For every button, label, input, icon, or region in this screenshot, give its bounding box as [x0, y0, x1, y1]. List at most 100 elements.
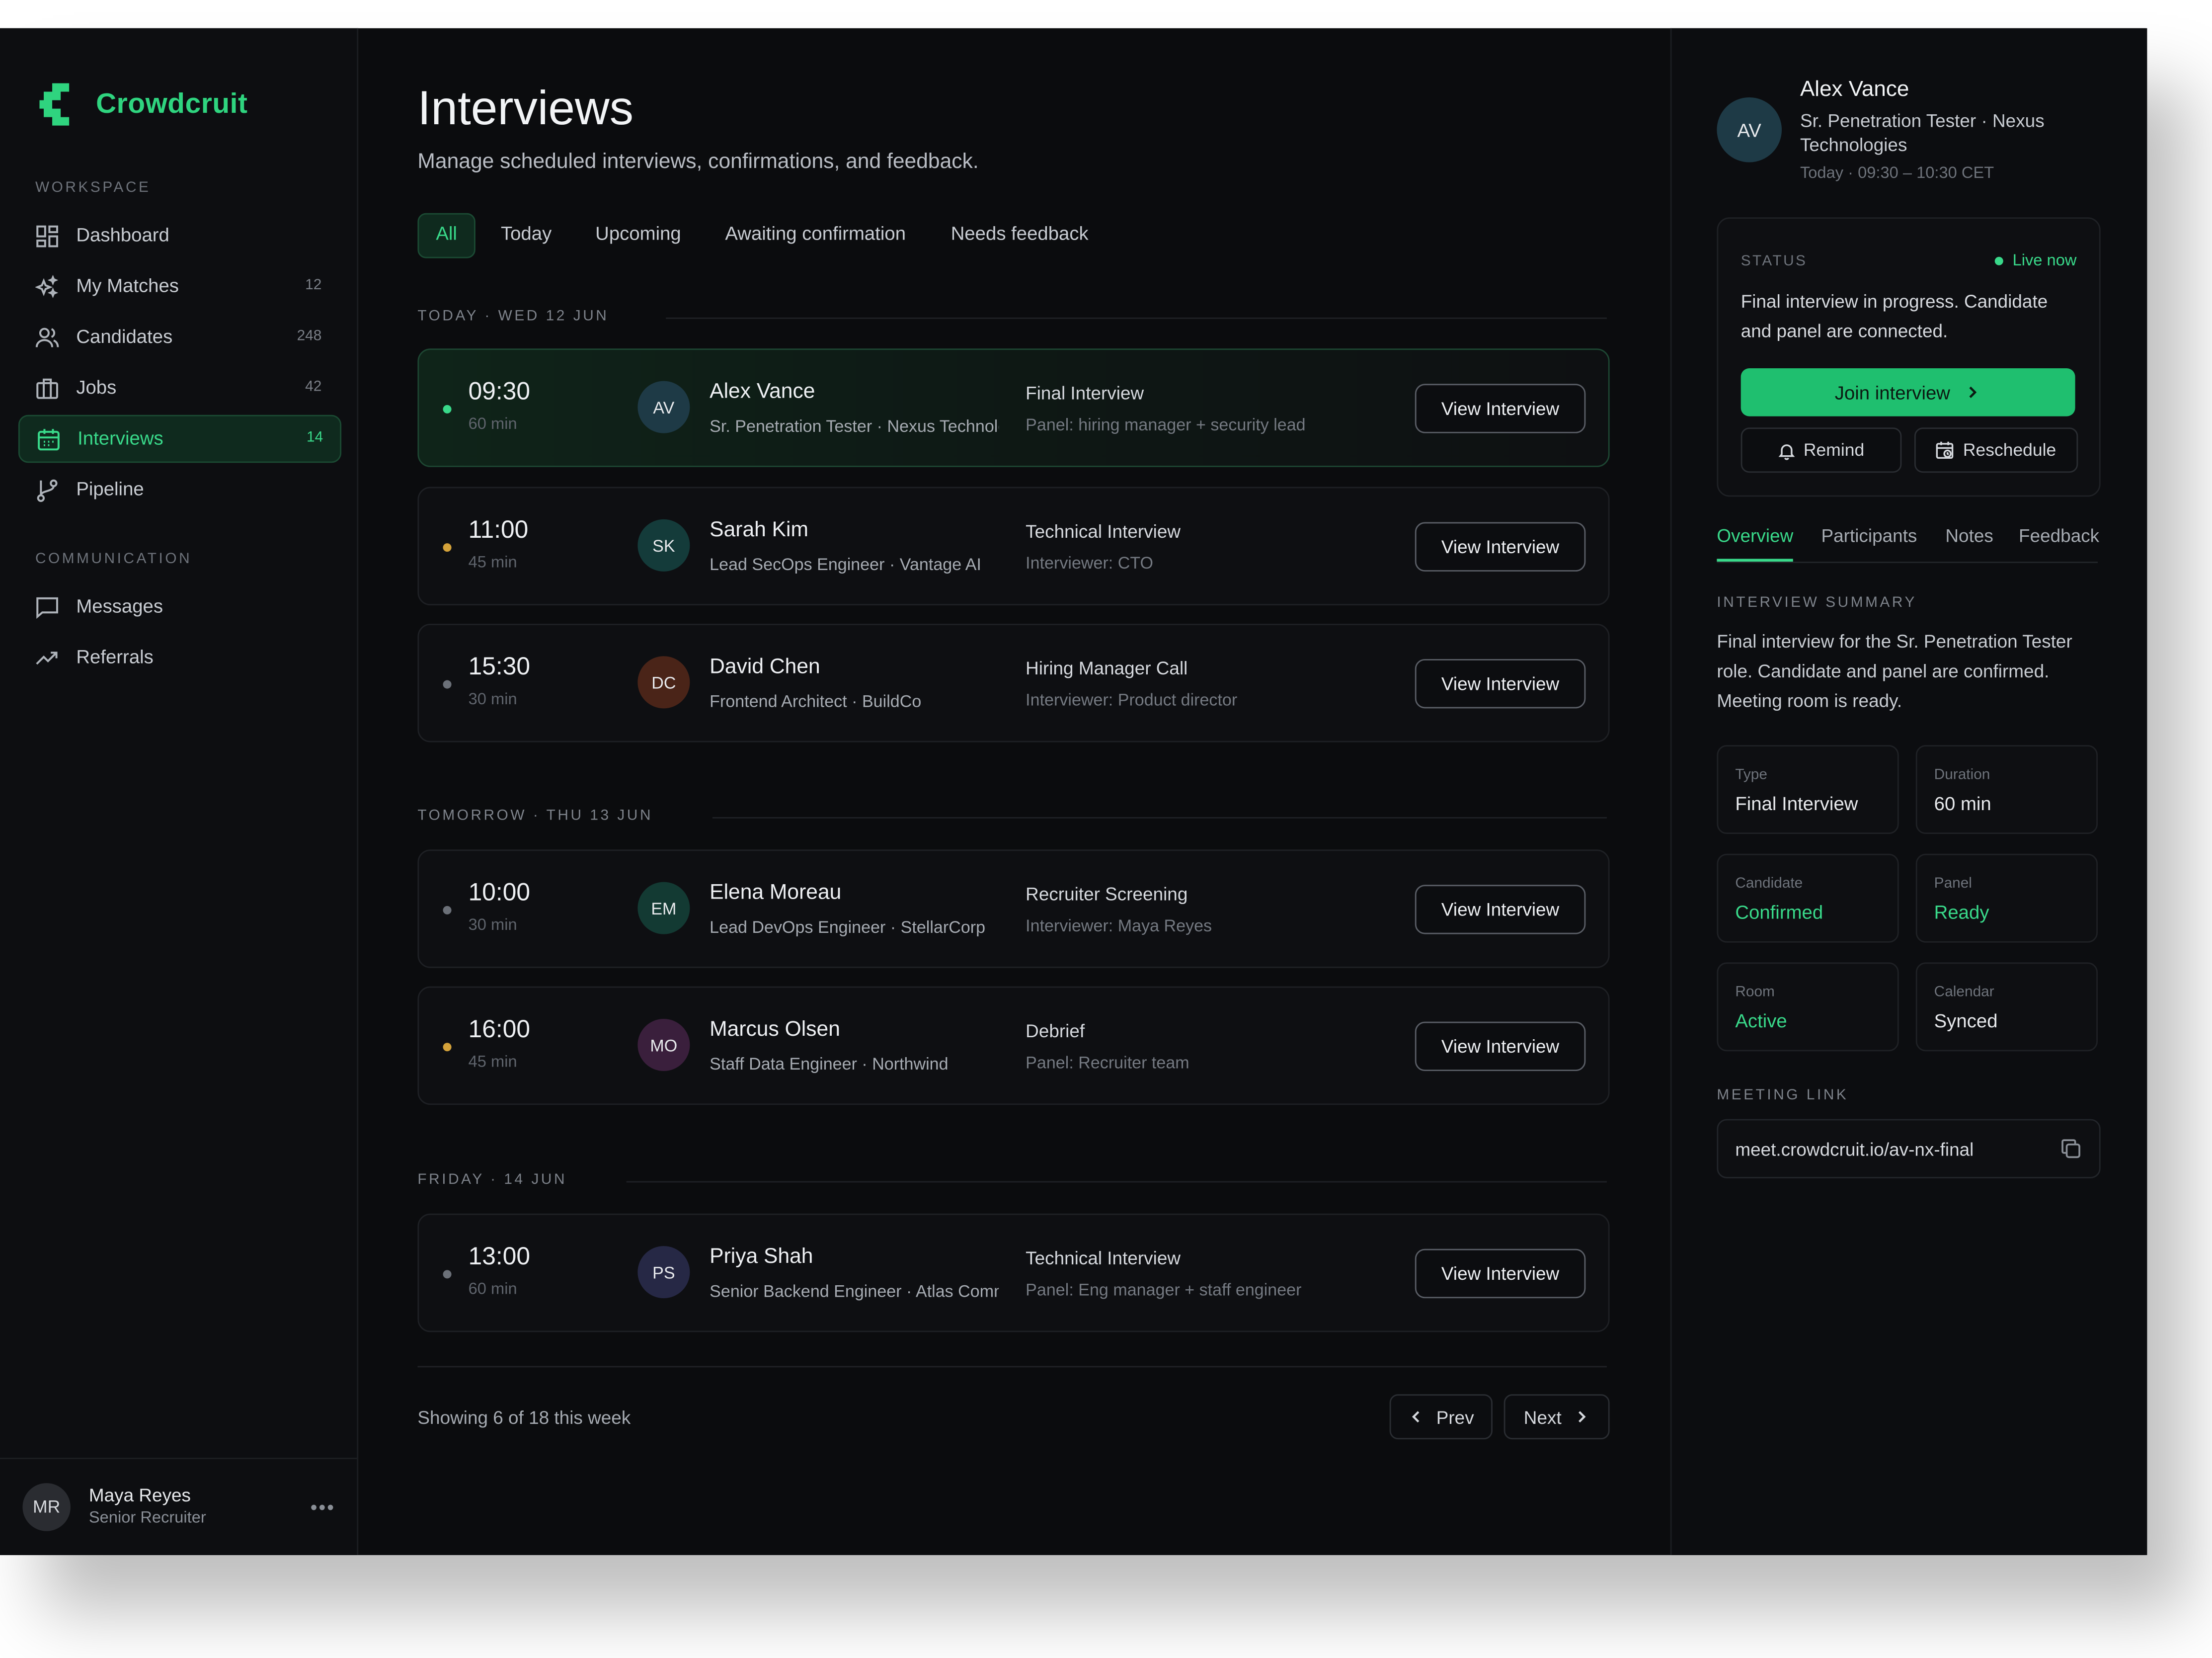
sidebar: Crowdcruit WORKSPACE Dashboard My Matche…	[0, 28, 359, 1557]
divider	[417, 1366, 1607, 1368]
sidebar-item-count: 12	[305, 276, 322, 294]
current-user[interactable]: MR Maya Reyes Senior Recruiter •••	[0, 1457, 357, 1557]
interview-card[interactable]: 16:00 45 min MO Marcus Olsen Staff Data Engi…	[417, 986, 1610, 1105]
sidebar-item-my-matches[interactable]: My Matches 12	[18, 264, 339, 309]
tab-participants[interactable]: Participants	[1821, 525, 1917, 546]
interview-card[interactable]: 11:00 45 min SK Sarah Kim Lead SecOps Engine…	[417, 487, 1610, 606]
candidate-name: Sarah Kim	[710, 518, 809, 542]
view-interview-button[interactable]: View Interview	[1415, 1021, 1586, 1072]
interview-card[interactable]: 09:30 60 min AV Alex Vance Sr. Penetration T…	[417, 348, 1610, 467]
tab-overview[interactable]: Overview	[1717, 525, 1793, 546]
sidebar-item-pipeline[interactable]: Pipeline	[18, 467, 339, 512]
detail-tile-type: Type Final Interview	[1717, 745, 1899, 834]
sidebar-item-label: Candidates	[76, 326, 173, 347]
interview-card[interactable]: 13:00 60 min PS Priya Shah Senior Backend En…	[417, 1213, 1610, 1332]
chevron-right-icon	[1970, 386, 1977, 398]
divider	[626, 1181, 1607, 1183]
sidebar-item-referrals[interactable]: Referrals	[18, 635, 339, 680]
view-interview-button[interactable]: View Interview	[1415, 522, 1586, 572]
interview-panel: Interviewer: Maya Reyes	[1026, 915, 1212, 936]
calendar-clock-icon	[1937, 441, 1954, 459]
reschedule-button[interactable]: Reschedule	[1914, 427, 2078, 473]
status-dot-icon	[443, 405, 452, 414]
interview-panel: Interviewer: CTO	[1026, 553, 1154, 573]
user-role: Senior Recruiter	[88, 1510, 206, 1527]
tile-value: Synced	[1934, 1010, 1998, 1032]
interview-duration: 45 min	[468, 1054, 517, 1072]
prev-button[interactable]: Prev	[1389, 1394, 1493, 1440]
detail-tabs: Overview Participants Notes Feedback	[1717, 525, 2099, 563]
brand-name: Crowdcruit	[96, 88, 248, 119]
tile-label: Panel	[1934, 875, 1972, 892]
chevron-right-icon	[1578, 1411, 1586, 1423]
candidate-role: Lead DevOps Engineer · StellarCorp	[710, 917, 986, 937]
interview-type: Final Interview	[1026, 382, 1144, 404]
avatar: DC	[637, 656, 690, 709]
tile-label: Calendar	[1934, 983, 1994, 1001]
user-name: Maya Reyes	[88, 1484, 191, 1506]
git-branch-icon	[37, 479, 58, 502]
more-options-icon[interactable]: •••	[311, 1496, 335, 1518]
interview-time: 16:00	[468, 1014, 530, 1043]
view-interview-button[interactable]: View Interview	[1415, 384, 1586, 433]
tab-feedback[interactable]: Feedback	[2019, 525, 2099, 546]
meeting-link-field[interactable]: meet.crowdcruit.io/av-nx-final	[1717, 1119, 2101, 1178]
interview-type: Debrief	[1026, 1020, 1085, 1042]
dashboard-icon	[36, 225, 58, 248]
view-interview-button[interactable]: View Interview	[1415, 885, 1586, 934]
divider	[712, 817, 1607, 819]
sidebar-item-interviews[interactable]: Interviews 14	[18, 414, 342, 463]
next-button[interactable]: Next	[1503, 1394, 1610, 1440]
view-interview-button[interactable]: View Interview	[1415, 659, 1586, 709]
status-dot-icon	[443, 906, 452, 914]
status-card: STATUS Live now Final interview in progr…	[1717, 217, 2101, 497]
candidate-role: Frontend Architect · BuildCo	[710, 691, 922, 712]
tab-awaiting-confirmation[interactable]: Awaiting confirmation	[725, 213, 906, 255]
interview-type: Technical Interview	[1026, 1247, 1181, 1269]
interview-card[interactable]: 15:30 30 min DC David Chen Frontend Architec…	[417, 623, 1610, 743]
prev-label: Prev	[1436, 1406, 1474, 1427]
briefcase-icon	[36, 378, 58, 399]
tab-all[interactable]: All	[417, 213, 475, 258]
sidebar-item-jobs[interactable]: Jobs 42	[18, 365, 339, 411]
page-subtitle: Manage scheduled interviews, confirmatio…	[417, 149, 979, 174]
tab-needs-feedback[interactable]: Needs feedback	[951, 213, 1089, 255]
sidebar-item-candidates[interactable]: Candidates 248	[18, 315, 339, 360]
join-label: Join interview	[1834, 382, 1951, 403]
page-title: Interviews	[417, 82, 634, 136]
avatar: SK	[637, 519, 690, 572]
bell-icon	[1779, 443, 1796, 460]
copy-icon[interactable]	[2059, 1137, 2082, 1160]
interview-duration: 30 min	[468, 691, 517, 709]
tab-notes[interactable]: Notes	[1945, 525, 1993, 546]
day-header: TOMORROW · THU 13 JUN	[417, 807, 653, 825]
remind-button[interactable]: Remind	[1740, 427, 1902, 473]
reschedule-label: Reschedule	[1963, 440, 2056, 460]
sidebar-item-dashboard[interactable]: Dashboard	[18, 213, 339, 258]
detail-tile-panel: Panel Ready	[1915, 853, 2098, 943]
live-badge: Live now	[1994, 252, 2076, 269]
interview-type: Technical Interview	[1026, 520, 1181, 542]
interview-time: 09:30	[468, 377, 530, 405]
meeting-link: meet.crowdcruit.io/av-nx-final	[1735, 1139, 1974, 1160]
tab-today[interactable]: Today	[501, 213, 552, 255]
tile-label: Duration	[1934, 766, 1990, 783]
brand-logo[interactable]: Crowdcruit	[39, 83, 248, 126]
status-dot-icon	[443, 680, 452, 689]
sidebar-item-label: Referrals	[76, 646, 154, 667]
avatar: AV	[637, 381, 690, 433]
join-interview-button[interactable]: Join interview	[1740, 368, 2075, 416]
pagination-summary: Showing 6 of 18 this week	[417, 1407, 631, 1428]
tab-upcoming[interactable]: Upcoming	[595, 213, 681, 255]
interview-card[interactable]: 10:00 30 min EM Elena Moreau Lead DevOps Eng…	[417, 849, 1610, 968]
view-interview-button[interactable]: View Interview	[1415, 1248, 1586, 1299]
next-label: Next	[1523, 1406, 1562, 1427]
sidebar-item-messages[interactable]: Messages	[18, 584, 339, 629]
avatar: MR	[22, 1483, 71, 1531]
interview-type: Hiring Manager Call	[1026, 658, 1188, 679]
main-content: Interviews Manage scheduled interviews, …	[358, 28, 1669, 1555]
avatar: EM	[637, 882, 690, 934]
sidebar-item-count: 42	[305, 378, 322, 396]
interview-time: 13:00	[468, 1242, 530, 1270]
calendar-icon	[38, 429, 60, 451]
